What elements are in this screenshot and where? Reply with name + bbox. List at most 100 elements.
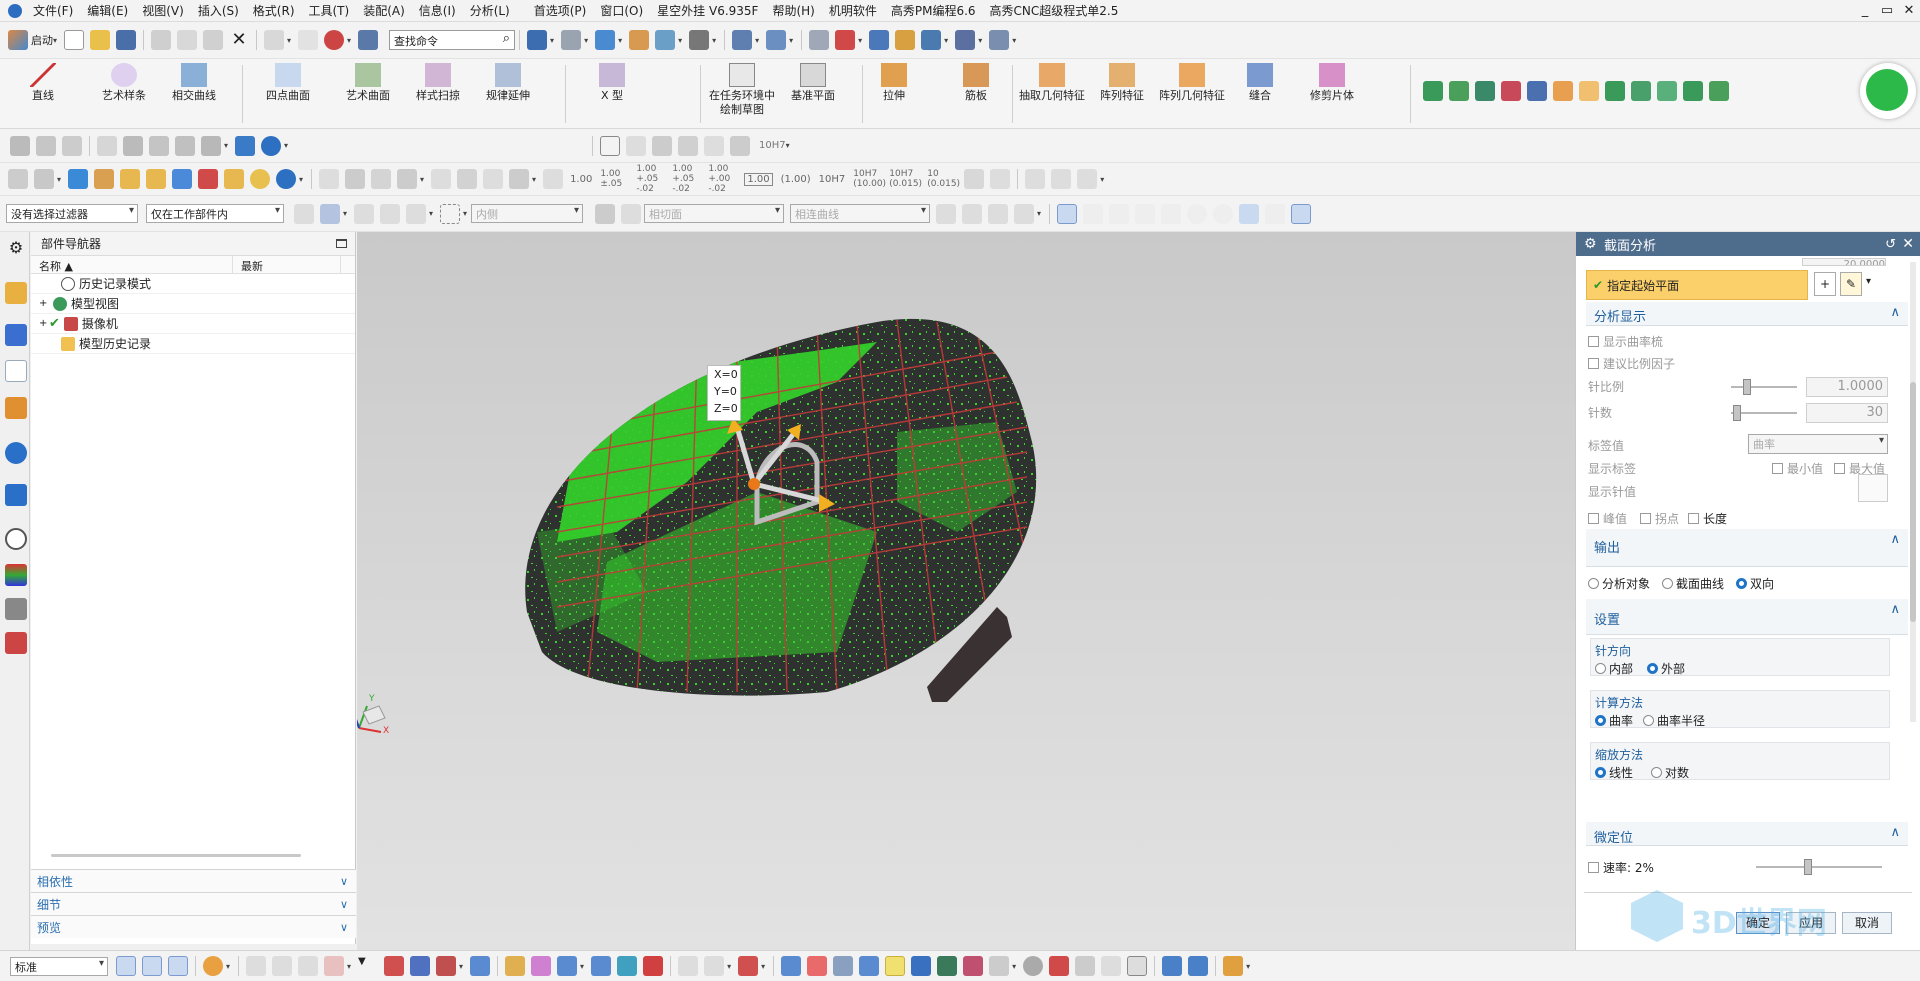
tol-8[interactable]: 10H7 — [819, 174, 846, 185]
snap-tangent-icon[interactable] — [1265, 203, 1286, 224]
reset-icon[interactable]: ↺ — [1885, 237, 1896, 252]
cube-icon[interactable] — [1075, 956, 1096, 976]
arc-arrow-icon[interactable] — [1077, 169, 1098, 189]
m-tool-icon[interactable] — [120, 169, 141, 189]
tol-6[interactable]: 1.00 — [744, 172, 773, 186]
top-value-field[interactable]: 20.0000 — [1802, 258, 1886, 266]
layer-icon[interactable] — [689, 30, 710, 50]
surface-tool2-icon[interactable] — [410, 956, 431, 976]
scale-log-radio[interactable]: 对数 — [1651, 764, 1689, 781]
min-checkbox[interactable]: 最小值 — [1772, 460, 1823, 477]
checkbox[interactable] — [1834, 463, 1845, 474]
x-form-button[interactable]: X 型 — [590, 59, 634, 129]
redo-icon[interactable] — [298, 30, 319, 50]
assembly-icon[interactable] — [10, 135, 30, 156]
checkbox[interactable] — [1588, 513, 1599, 524]
trace-icon[interactable] — [345, 169, 366, 189]
face-rule-select[interactable]: 相切面 — [644, 204, 785, 223]
needle-count-field[interactable]: 30 — [1806, 403, 1888, 423]
intersect-curve-button[interactable]: 相交曲线 — [164, 59, 224, 129]
offset-face-icon[interactable] — [149, 135, 169, 156]
tree-row-model-history[interactable]: 模型历史记录 — [31, 334, 355, 354]
assembly-nav-icon[interactable] — [5, 282, 27, 304]
select-rule-icon[interactable] — [380, 203, 401, 224]
surface-tool3-icon[interactable] — [436, 956, 457, 976]
view-zoom-icon[interactable] — [168, 956, 188, 976]
type-filter-select[interactable]: 没有选择过滤器 — [6, 204, 138, 223]
plugin-tool-icon[interactable] — [1605, 81, 1625, 101]
coordinate-icon[interactable] — [397, 169, 418, 189]
stack-icon[interactable] — [62, 135, 82, 156]
tol-4[interactable]: 1.00 +.05 -.02 — [672, 164, 700, 194]
background-icon[interactable] — [629, 30, 650, 50]
snap-line-icon[interactable] — [1083, 203, 1104, 224]
snap-plug-icon[interactable] — [1014, 203, 1035, 224]
snap-quadrant-icon[interactable] — [1213, 203, 1234, 224]
checkbox[interactable] — [1688, 513, 1699, 524]
extrude-button[interactable]: 拉伸 — [874, 59, 914, 129]
section-details[interactable]: 细节 — [31, 892, 356, 915]
dimension-icon[interactable] — [989, 30, 1010, 50]
checkbox[interactable] — [1588, 862, 1599, 873]
start-icon[interactable] — [8, 30, 28, 50]
curve-tool2-icon[interactable] — [272, 956, 293, 976]
expand-plus-icon[interactable]: + — [39, 298, 49, 309]
select-feature-icon[interactable] — [320, 203, 340, 224]
navigator-restore-icon[interactable] — [336, 239, 347, 248]
menu-format[interactable]: 格式(R) — [246, 2, 302, 19]
plugin-tool-icon[interactable] — [1475, 81, 1495, 101]
flag-icon[interactable] — [591, 956, 612, 976]
radio-selected[interactable] — [1736, 578, 1747, 589]
surface-tool-icon[interactable] — [384, 956, 405, 976]
network-widget[interactable] — [1860, 63, 1916, 119]
section-preview[interactable]: 预览 — [31, 915, 356, 938]
plugin-tool-icon[interactable] — [1527, 81, 1547, 101]
table-icon[interactable] — [201, 135, 221, 156]
lattice-icon[interactable] — [470, 956, 491, 976]
scroll-thumb[interactable] — [1910, 382, 1916, 622]
info-tool-icon[interactable] — [276, 169, 297, 189]
menu-jiming[interactable]: 机明软件 — [822, 2, 884, 19]
wcs-icon[interactable] — [732, 30, 753, 50]
menu-view[interactable]: 视图(V) — [135, 2, 191, 19]
tree-row-cameras[interactable]: + ✔ 摄像机 — [31, 314, 355, 334]
grid-color-icon[interactable] — [172, 169, 193, 189]
menu-info[interactable]: 信息(I) — [412, 2, 463, 19]
dropdown-arrow-icon[interactable]: ▼ — [358, 956, 378, 976]
tol-1[interactable]: 1.00 — [570, 174, 592, 185]
menu-preferences[interactable]: 首选项(P) — [527, 2, 594, 19]
pen-icon[interactable] — [457, 169, 478, 189]
circle-grid-icon[interactable] — [678, 135, 699, 156]
repeat-command-icon[interactable] — [324, 30, 345, 50]
studio-spline-button[interactable]: 艺术样条 — [96, 59, 152, 129]
menu-assembly[interactable]: 装配(A) — [356, 2, 412, 19]
tree-row-model-views[interactable]: + 模型视图 — [31, 294, 355, 314]
component-icon[interactable] — [8, 169, 28, 189]
body-rule-icon[interactable] — [621, 203, 642, 224]
needle-style-icon[interactable] — [1858, 474, 1888, 502]
radio[interactable] — [1588, 578, 1599, 589]
block-icon[interactable] — [68, 169, 89, 189]
needle-scale-slider[interactable] — [1731, 379, 1797, 395]
colorful-icon[interactable] — [807, 956, 828, 976]
radio[interactable] — [1662, 578, 1673, 589]
cylinder-gray-icon[interactable] — [431, 169, 452, 189]
calc-curvature-radio[interactable]: 曲率 — [1595, 712, 1633, 729]
screenshot-icon[interactable] — [781, 956, 802, 976]
radio-selected[interactable] — [1595, 715, 1606, 726]
replace-face-icon[interactable] — [175, 135, 195, 156]
snap-face-icon[interactable] — [1291, 203, 1312, 224]
command-search-input[interactable]: 查找命令 — [389, 30, 516, 50]
show-comb-checkbox[interactable]: 显示曲率梳 — [1588, 333, 1663, 350]
output-both[interactable]: 双向 — [1736, 575, 1774, 592]
col-latest-header[interactable]: 最新 — [233, 256, 341, 273]
render-style-icon[interactable] — [561, 30, 582, 50]
tree-row-history-mode[interactable]: 历史记录模式 — [31, 274, 355, 294]
grid-icon[interactable] — [626, 135, 647, 156]
menu-window[interactable]: 窗口(O) — [593, 2, 650, 19]
person-icon[interactable] — [911, 956, 932, 976]
m2-tool-icon[interactable] — [146, 169, 167, 189]
info-list-icon[interactable] — [809, 30, 830, 50]
snap-tree-icon[interactable] — [988, 203, 1009, 224]
radio-selected[interactable] — [1647, 663, 1658, 674]
